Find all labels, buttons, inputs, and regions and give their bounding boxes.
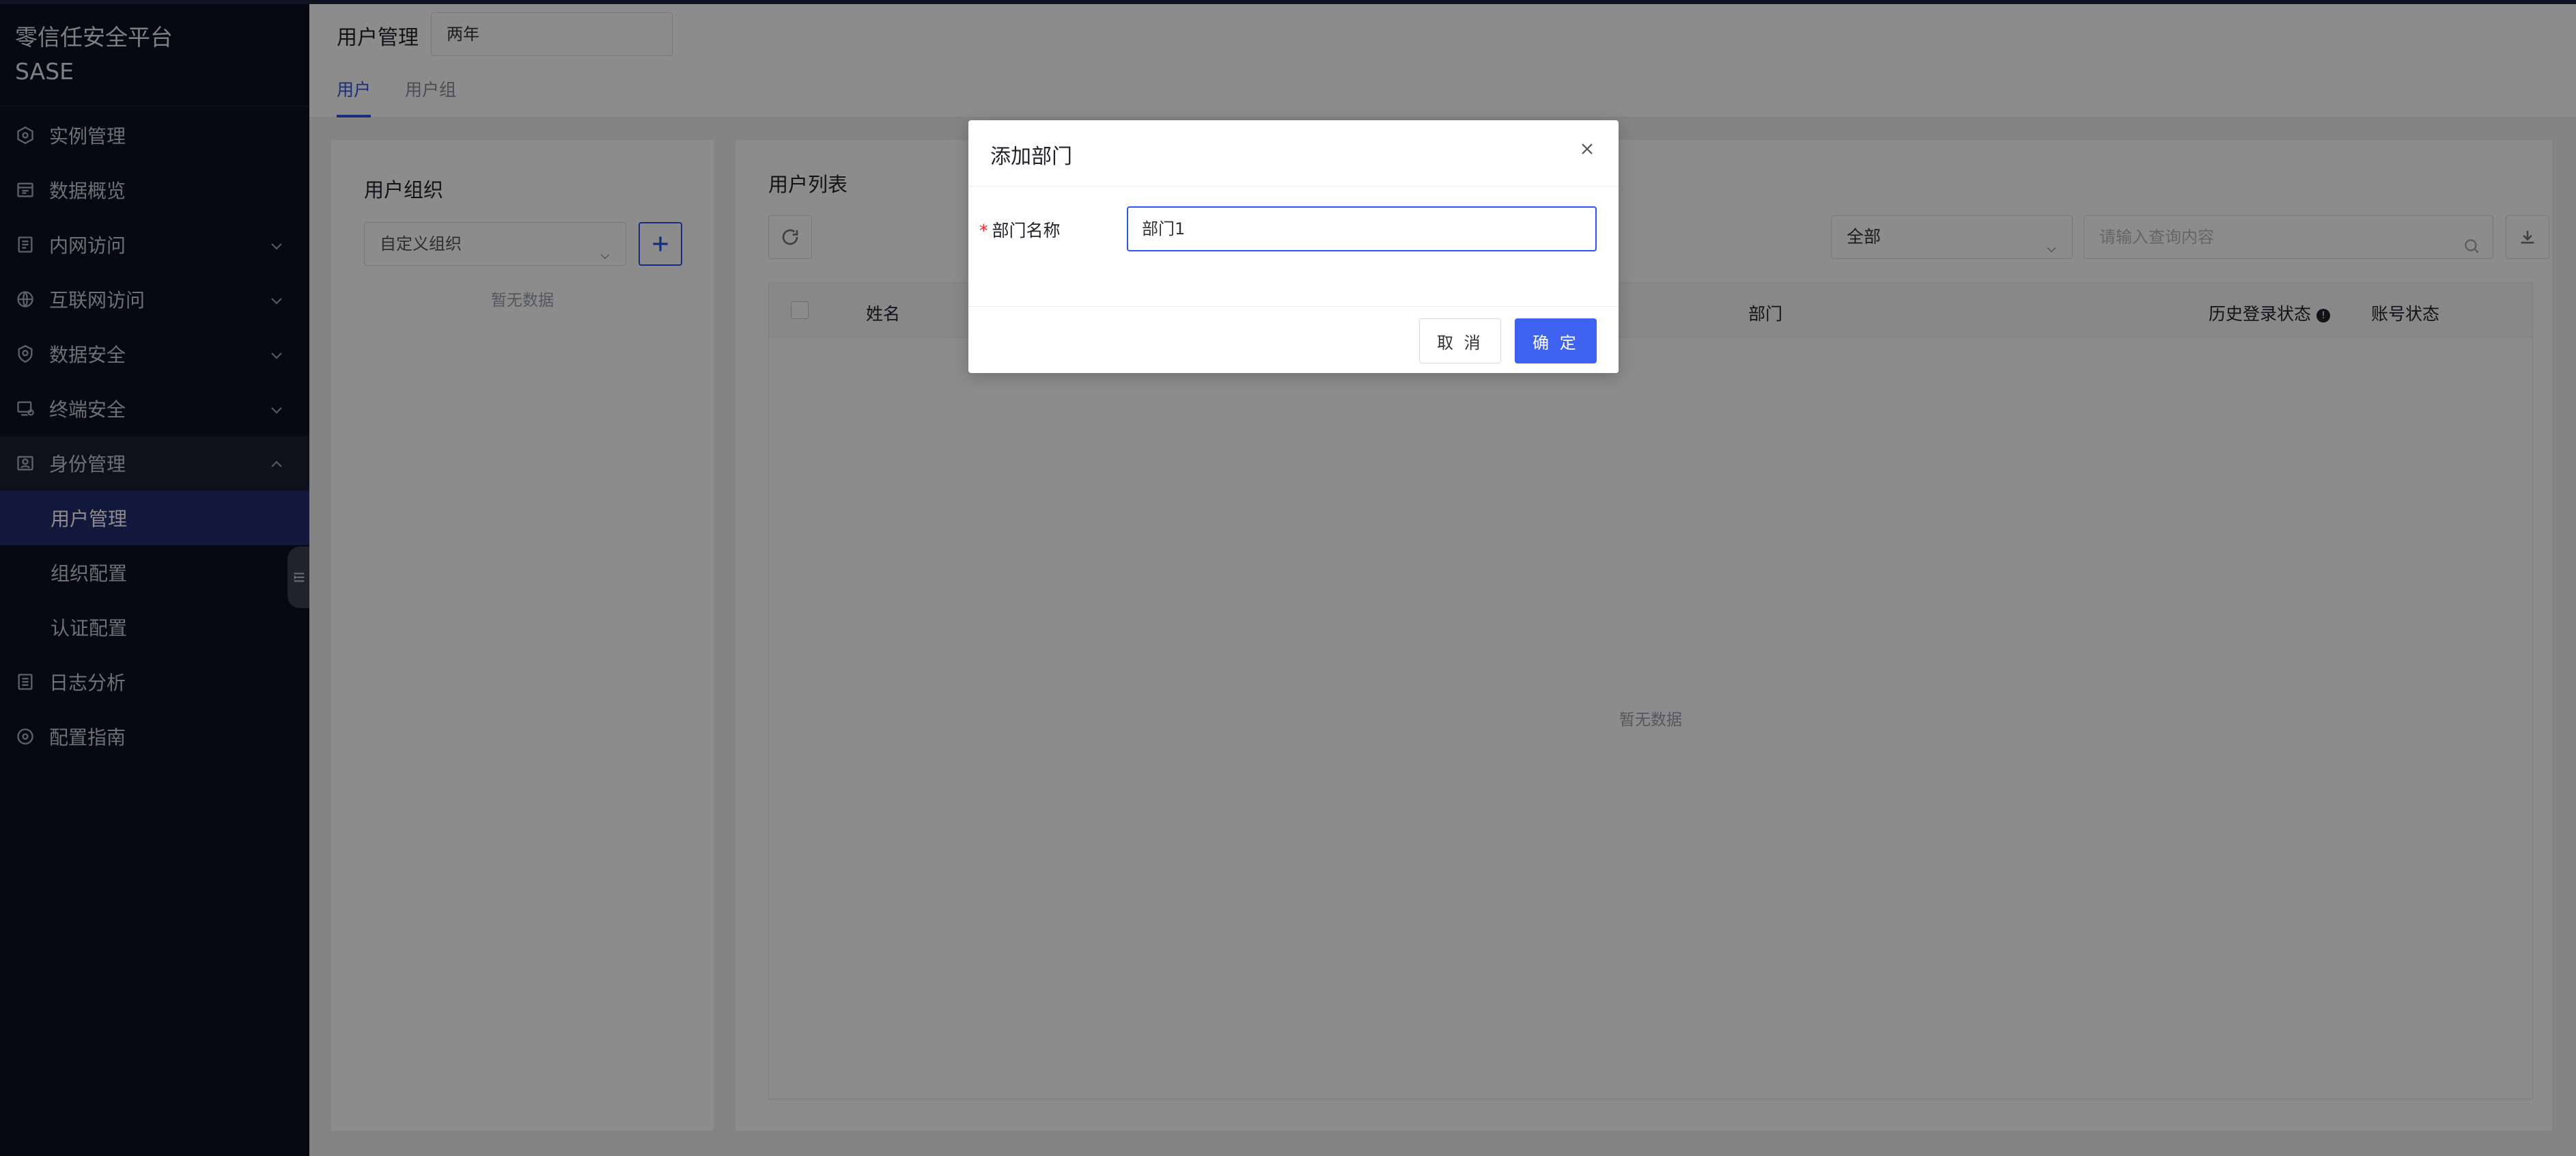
department-name-label: * 部门名称 [979, 217, 1061, 242]
department-name-label-text: 部门名称 [992, 221, 1061, 240]
close-icon [1582, 143, 1593, 154]
top-border [0, 0, 2576, 4]
dialog-divider [968, 186, 1619, 187]
dialog-footer-divider [968, 306, 1619, 307]
close-button[interactable] [1578, 139, 1597, 159]
dialog-title: 添加部门 [990, 145, 1072, 169]
department-name-input[interactable]: 部门1 [1127, 206, 1597, 251]
confirm-button[interactable]: 确 定 [1515, 318, 1597, 363]
cancel-button[interactable]: 取 消 [1419, 318, 1501, 363]
required-mark: * [979, 221, 988, 240]
add-department-dialog: 添加部门 * 部门名称 部门1 取 消 确 定 [968, 120, 1619, 373]
